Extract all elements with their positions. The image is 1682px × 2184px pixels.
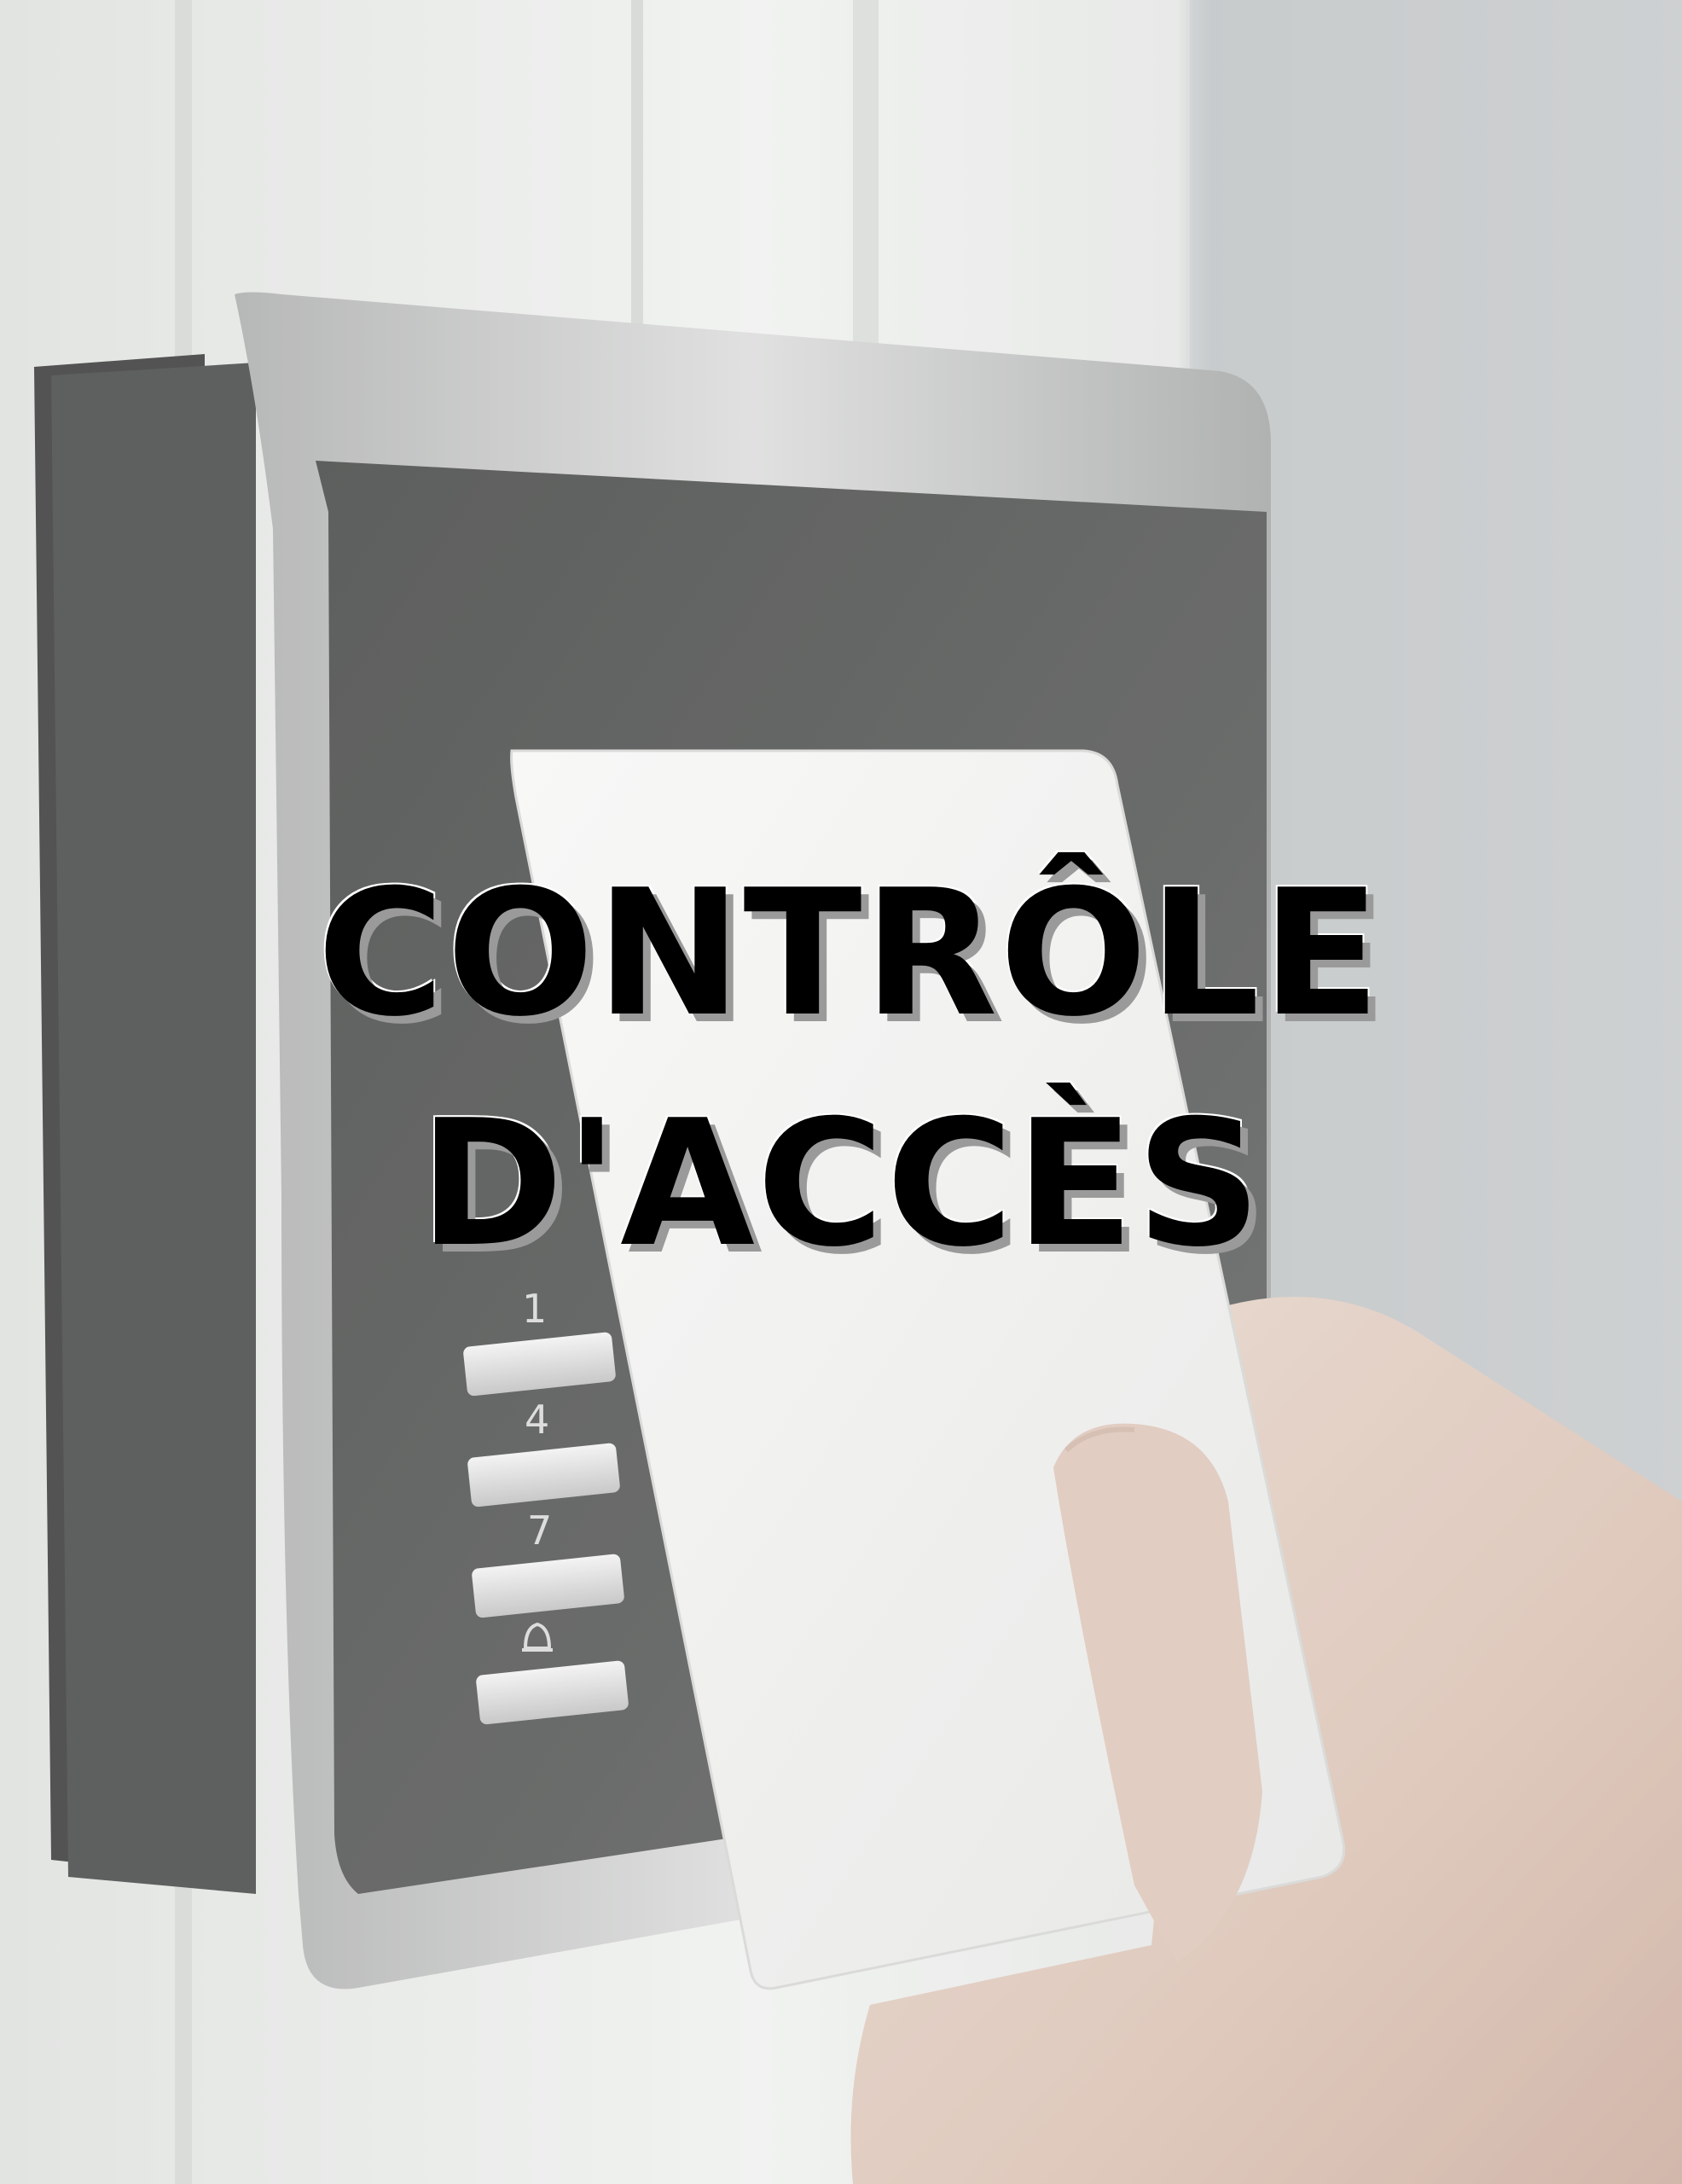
access-control-photo: 1 4 7 xyxy=(0,0,1682,2184)
